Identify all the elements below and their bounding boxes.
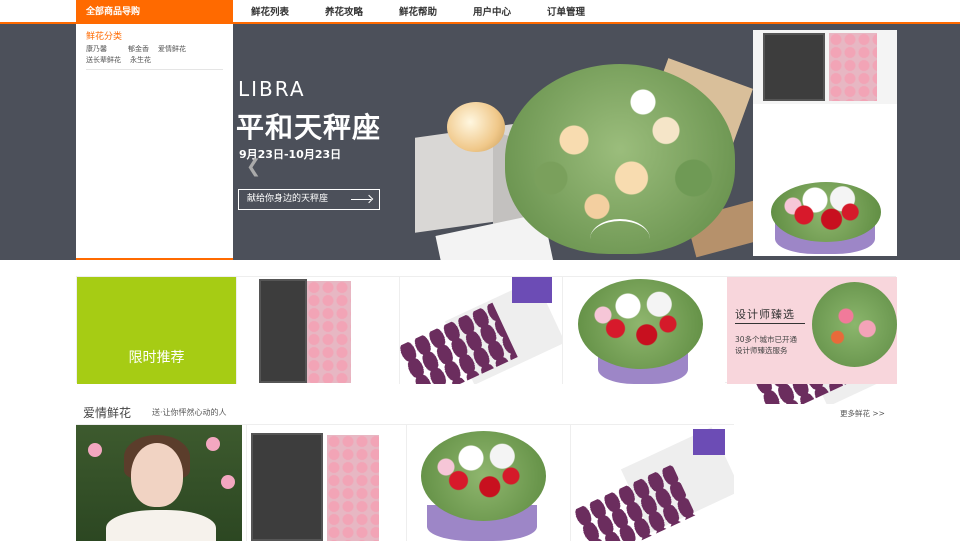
promo-designer-select[interactable]: 设计师臻选 30多个城市已开通 设计师臻选服务 bbox=[727, 277, 897, 384]
category-divider bbox=[86, 69, 223, 70]
background-flower bbox=[88, 443, 102, 457]
promo-product-rose-box[interactable] bbox=[236, 277, 399, 384]
nav-link-user-center[interactable]: 用户中心 bbox=[455, 0, 529, 24]
top-nav: 全部商品导购 鲜花列表 养花攻略 鲜花帮助 用户中心 订单管理 bbox=[0, 0, 960, 24]
promo-product-lily-bouquet[interactable] bbox=[562, 277, 725, 384]
designer-bouquet-image bbox=[812, 282, 897, 367]
banner-title-en: LIBRA bbox=[238, 77, 306, 101]
rose-box-lid bbox=[251, 433, 323, 541]
nav-link-help[interactable]: 鲜花帮助 bbox=[381, 0, 455, 24]
category-title[interactable]: 鲜花分类 bbox=[86, 29, 223, 42]
nav-link-care-guide[interactable]: 养花攻略 bbox=[307, 0, 381, 24]
promo-label[interactable]: 限时推荐 bbox=[77, 277, 236, 384]
designer-subtitle-1: 30多个城市已开通 bbox=[735, 335, 798, 344]
banner-cta-label: 献给你身边的天秤座 bbox=[247, 194, 329, 204]
promo-product-tulip-bouquet[interactable] bbox=[399, 277, 562, 384]
all-products-menu[interactable]: 全部商品导购 bbox=[76, 0, 233, 24]
thumbnail-rose-box[interactable] bbox=[753, 30, 897, 104]
rose-box-roses bbox=[307, 281, 351, 383]
rose-box-lid bbox=[763, 33, 825, 101]
designer-underline bbox=[735, 323, 805, 324]
arrow-right-icon bbox=[351, 199, 371, 200]
section-subtitle: 送·让你怦然心动的人 bbox=[152, 408, 227, 417]
model-dress bbox=[106, 510, 216, 541]
category-item-elder-flowers[interactable]: 送长辈鲜花 bbox=[86, 55, 121, 66]
love-model-photo[interactable] bbox=[76, 425, 242, 541]
category-item-tulip[interactable]: 郁金香 bbox=[128, 44, 149, 55]
designer-title: 设计师臻选 bbox=[735, 308, 795, 321]
nav-link-orders[interactable]: 订单管理 bbox=[529, 0, 603, 24]
banner-ribbon bbox=[590, 219, 650, 259]
love-product-rose-box[interactable] bbox=[246, 425, 404, 541]
banner-glass-globe bbox=[447, 102, 505, 152]
rose-box-roses bbox=[327, 435, 379, 541]
rose-box-lid bbox=[259, 279, 307, 383]
rose-box-roses bbox=[829, 33, 877, 101]
banner-title-cn: 平和天秤座 bbox=[236, 111, 382, 144]
category-side-menu: 鲜花分类 康乃馨 郁金香 爱情鲜花 送长辈鲜花 永生花 bbox=[76, 24, 233, 260]
promo-row: 限时推荐 设计师臻选 30多个城市已开通 设计师臻选服务 bbox=[76, 276, 897, 384]
nav-links: 鲜花列表 养花攻略 鲜花帮助 用户中心 订单管理 bbox=[233, 0, 603, 24]
thumbnail-lily-bouquet[interactable] bbox=[753, 180, 897, 254]
banner-thumbnails bbox=[753, 30, 897, 404]
tulip-bow bbox=[512, 277, 552, 303]
category-item-carnation[interactable]: 康乃馨 bbox=[86, 44, 107, 55]
background-flower bbox=[221, 475, 235, 489]
category-item-love-flowers[interactable]: 爱情鲜花 bbox=[158, 44, 186, 55]
love-product-tulip-bouquet[interactable] bbox=[570, 425, 734, 541]
designer-subtitle-2: 设计师臻选服务 bbox=[735, 346, 788, 355]
nav-link-flower-list[interactable]: 鲜花列表 bbox=[233, 0, 307, 24]
lily-flowers bbox=[771, 182, 881, 242]
lily-flowers bbox=[421, 431, 546, 521]
banner-cta-button[interactable]: 献给你身边的天秤座 bbox=[238, 189, 380, 210]
category-items: 康乃馨 郁金香 爱情鲜花 送长辈鲜花 永生花 bbox=[86, 44, 223, 66]
tulip-bow bbox=[693, 429, 725, 455]
lily-flowers bbox=[578, 279, 703, 369]
category-item-preserved-flowers[interactable]: 永生花 bbox=[130, 55, 151, 66]
love-product-lily-bouquet[interactable] bbox=[406, 425, 569, 541]
section-title-love-flowers: 爱情鲜花 bbox=[83, 406, 132, 420]
more-flowers-link[interactable]: 更多鲜花 >> bbox=[840, 408, 885, 419]
model-face bbox=[131, 443, 183, 507]
background-flower bbox=[206, 437, 220, 451]
love-products-row bbox=[76, 424, 734, 541]
chevron-left-icon[interactable]: ❮ bbox=[246, 156, 261, 177]
